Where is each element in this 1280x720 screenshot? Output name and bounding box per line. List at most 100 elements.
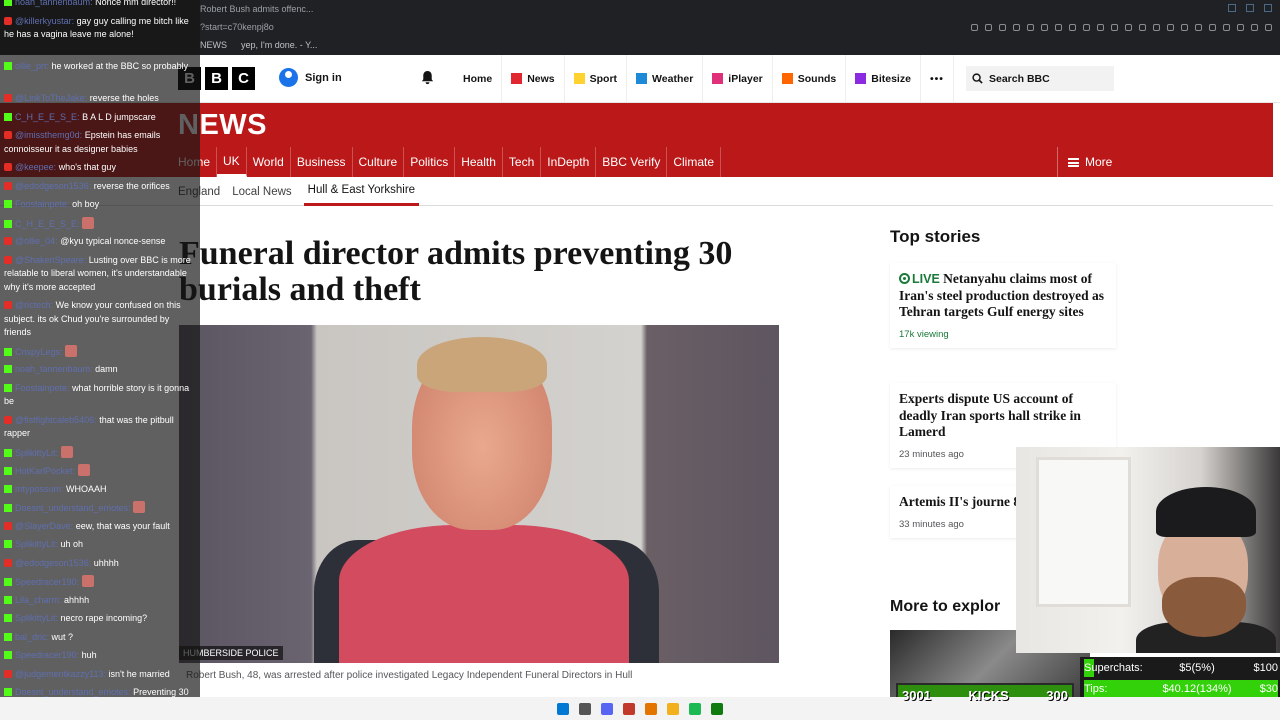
windows-icon[interactable] [557, 702, 569, 715]
extension-icon[interactable] [1083, 24, 1090, 31]
chat-text: isn't he married [108, 668, 170, 679]
chat-username[interactable]: SplikittyLit: [15, 539, 58, 549]
xbox-icon[interactable] [711, 702, 723, 715]
chat-username[interactable]: mtypossum: [15, 484, 64, 494]
section-tab-indepth[interactable]: InDepth [541, 147, 597, 177]
nav-item-sport[interactable]: Sport [565, 55, 628, 102]
chat-username[interactable]: @edodgeson1536: [15, 181, 91, 191]
chat-username[interactable]: @LinkToTheJake: [15, 93, 87, 103]
chat-message: @killerkyustar: gay guy calling me bitch… [4, 15, 196, 42]
bookmark-news[interactable]: NEWS [200, 40, 227, 50]
section-tab-health[interactable]: Health [455, 147, 503, 177]
extension-icon[interactable] [985, 24, 992, 31]
chat-username[interactable]: Speedracer190: [15, 650, 79, 660]
nav-item-weather[interactable]: Weather [627, 55, 704, 102]
section-tab-politics[interactable]: Politics [404, 147, 456, 177]
chat-username[interactable]: SplikittyLit: [15, 448, 58, 458]
search-icon[interactable] [579, 702, 591, 715]
extension-icon[interactable] [1237, 24, 1244, 31]
browser-tab[interactable]: Robert Bush admits offenc... [200, 4, 313, 18]
extension-icon[interactable] [1223, 24, 1230, 31]
extension-icon[interactable] [1055, 24, 1062, 31]
local-tab[interactable]: Hull & East Yorkshire [303, 177, 420, 206]
nav-item-sounds[interactable]: Sounds [773, 55, 847, 102]
chat-username[interactable]: ollie_prt: [15, 61, 49, 71]
chat-username[interactable]: CrispyLegs: [15, 347, 63, 357]
extension-icon[interactable] [1139, 24, 1146, 31]
obs-icon[interactable] [623, 702, 635, 715]
extension-icon[interactable] [1013, 24, 1020, 31]
extension-icon[interactable] [1041, 24, 1048, 31]
chat-username[interactable]: bal_dric: [15, 632, 49, 642]
discord-icon[interactable] [601, 702, 613, 715]
folder-icon[interactable] [667, 702, 679, 715]
local-tab[interactable]: Local News [232, 177, 297, 206]
extension-icon[interactable] [1069, 24, 1076, 31]
extension-icon[interactable] [1153, 24, 1160, 31]
story-card[interactable]: LIVE Netanyahu claims most of Iran's ste… [890, 263, 1116, 348]
extension-icon[interactable] [1265, 24, 1272, 31]
nav-item-iplayer[interactable]: iPlayer [703, 55, 773, 102]
chat-username[interactable]: @ShakenSpeare: [15, 255, 86, 265]
chat-message: HotKarlPocket: [4, 464, 196, 479]
nav-item-bitesize[interactable]: Bitesize [846, 55, 921, 102]
extension-icon[interactable] [971, 24, 978, 31]
bookmark-youtube[interactable]: yep, I'm done. - Y... [241, 40, 317, 50]
chat-username[interactable]: Foostainpete: [15, 383, 70, 393]
section-tab-world[interactable]: World [247, 147, 291, 177]
more-services-icon[interactable]: ••• [921, 55, 954, 102]
tab-bar[interactable]: Robert Bush admits offenc... [200, 4, 313, 18]
chat-username[interactable]: Speedracer190: [15, 577, 79, 587]
minimize-icon[interactable] [1228, 4, 1236, 12]
chrome-icon[interactable] [645, 702, 657, 715]
chat-username[interactable]: Doesnt_understand_emotes: [15, 687, 131, 697]
spotify-icon[interactable] [689, 702, 701, 715]
extension-icon[interactable] [1027, 24, 1034, 31]
chat-username[interactable]: C_H_E_E_S_E: [15, 112, 80, 122]
extension-icon[interactable] [1209, 24, 1216, 31]
extension-icon[interactable] [1251, 24, 1258, 31]
extension-icon[interactable] [1097, 24, 1104, 31]
more-menu-button[interactable]: More [1057, 147, 1273, 177]
chat-username[interactable]: @rictech: [15, 300, 53, 310]
chat-username[interactable]: @keepee: [15, 162, 56, 172]
section-tab-bbc-verify[interactable]: BBC Verify [596, 147, 668, 177]
extension-icon[interactable] [1167, 24, 1174, 31]
chat-username[interactable]: Foostainpete: [15, 199, 70, 209]
chat-username[interactable]: @imissthemg0d: [15, 130, 82, 140]
maximize-icon[interactable] [1246, 4, 1254, 12]
chat-username[interactable]: @judgementkazzy113: [15, 669, 106, 679]
chat-username[interactable]: SplikittyLit: [15, 613, 58, 623]
section-tab-culture[interactable]: Culture [353, 147, 405, 177]
extension-icon[interactable] [1181, 24, 1188, 31]
section-tab-tech[interactable]: Tech [503, 147, 542, 177]
chat-username[interactable]: @killerkyustar: [15, 16, 74, 26]
chat-username[interactable]: @fistfightcaleb5406: [15, 415, 97, 425]
address-bar[interactable]: ?start=c70kenpj8o [200, 22, 274, 32]
extension-icon[interactable] [1125, 24, 1132, 31]
chat-username[interactable]: C_H_E_E_S_E: [15, 219, 80, 229]
chat-username[interactable]: Doesnt_understand_emotes: [15, 503, 131, 513]
section-tab-climate[interactable]: Climate [667, 147, 722, 177]
nav-item-news[interactable]: News [502, 55, 565, 102]
chat-username[interactable]: HotKarlPocket: [15, 466, 75, 476]
search-bbc[interactable]: Search BBC [966, 66, 1114, 91]
extension-icon[interactable] [999, 24, 1006, 31]
nav-item-home[interactable]: Home [454, 55, 503, 102]
chat-username[interactable]: @edodgeson1536: [15, 558, 91, 568]
chat-username[interactable]: @SlayerDave: [15, 521, 73, 531]
close-icon[interactable] [1264, 4, 1272, 12]
section-tab-business[interactable]: Business [291, 147, 353, 177]
section-tab-uk[interactable]: UK [217, 147, 247, 177]
chat-username[interactable]: @ollie_04: [15, 236, 58, 246]
extension-icon[interactable] [1195, 24, 1202, 31]
chat-username[interactable]: Lila_charm: [15, 595, 62, 605]
chat-username[interactable]: noah_tannenbaum: [15, 364, 93, 374]
chat-username[interactable]: noah_tannenbaum: [15, 0, 93, 7]
sign-in-button[interactable]: Sign in [279, 68, 342, 87]
extension-icon[interactable] [1111, 24, 1118, 31]
kick-icon [4, 347, 12, 356]
bell-icon[interactable] [420, 70, 435, 85]
chat-text: reverse the holes [89, 93, 159, 103]
story-title: LIVE Netanyahu claims most of Iran's ste… [899, 271, 1107, 321]
